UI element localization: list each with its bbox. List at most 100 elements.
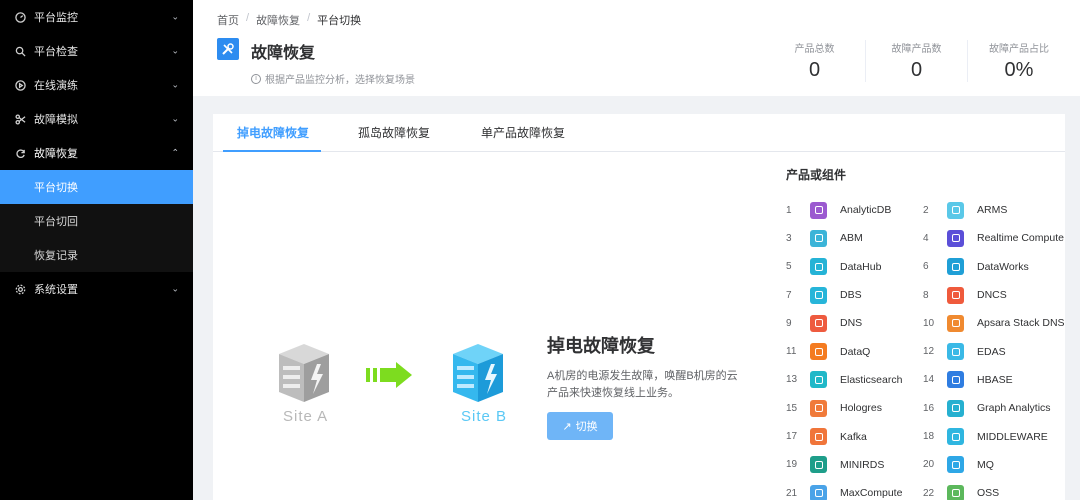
menu-label: 系统设置 (34, 284, 78, 296)
product-icon (947, 286, 964, 304)
sub-item-platform-switch[interactable]: 平台切换 (0, 170, 193, 204)
tab-island-failure[interactable]: 孤岛故障恢复 (358, 114, 430, 152)
product-number: 20 (923, 459, 935, 471)
failover-illustration: Site A Site B (253, 342, 513, 432)
breadcrumb: 首页 / 故障恢复 / 平台切换 (217, 12, 361, 28)
product-name: Realtime Compute (977, 232, 1064, 245)
product-name: MQ (977, 458, 994, 471)
product-number: 22 (923, 487, 935, 499)
product-number: 7 (786, 289, 792, 301)
page-description: i 根据产品监控分析，选择恢复场景 (251, 71, 415, 86)
product-icon-glyph (814, 489, 823, 498)
product-item: 7 DBS (786, 284, 923, 306)
scenario-description: A机房的电源发生故障，唤醒B机房的云产品来快速恢复线上业务。 (547, 370, 738, 399)
menu-item-fault-simulation[interactable]: 故障模拟 ⌄ (0, 102, 193, 136)
product-icon (810, 399, 827, 417)
product-icon (810, 428, 827, 446)
tab-single-product-failure[interactable]: 单产品故障恢复 (481, 114, 565, 152)
stat-total-products: 产品总数 0 (764, 40, 866, 82)
server-a-icon (279, 344, 329, 402)
sidebar: 平台监控 ⌄ 平台检查 ⌄ 在线演练 ⌄ 故障模拟 ⌄ 故障恢复 ⌃ 平台切换 … (0, 0, 193, 500)
breadcrumb-home[interactable]: 首页 (217, 12, 239, 28)
product-number: 14 (923, 374, 935, 386)
product-icon (810, 484, 827, 500)
product-icon (947, 399, 964, 417)
menu-item-platform-monitor[interactable]: 平台监控 ⌄ (0, 0, 193, 34)
menu-item-system-settings[interactable]: 系统设置 ⌄ (0, 272, 193, 306)
product-item: 16 Graph Analytics (923, 397, 1065, 419)
product-name: Graph Analytics (977, 402, 1051, 415)
product-number: 3 (786, 232, 792, 244)
product-item: 13 Elasticsearch (786, 369, 923, 391)
product-item: 9 DNS (786, 312, 923, 334)
chevron-down-icon: ⌄ (171, 45, 179, 56)
product-icon (810, 201, 827, 219)
product-number: 4 (923, 232, 929, 244)
breadcrumb-section[interactable]: 故障恢复 (256, 12, 300, 28)
product-item: 3 ABM (786, 227, 923, 249)
product-icon (947, 456, 964, 474)
product-name: Elasticsearch (840, 373, 903, 386)
product-item: 21 MaxCompute (786, 482, 923, 500)
menu-label: 平台监控 (34, 12, 78, 24)
product-number: 19 (786, 459, 798, 471)
product-name: DataQ (840, 345, 871, 358)
tab-bar: 掉电故障恢复 孤岛故障恢复 单产品故障恢复 (213, 114, 1065, 152)
menu-item-platform-check[interactable]: 平台检查 ⌄ (0, 34, 193, 68)
stats-panel: 产品总数 0 故障产品数 0 故障产品占比 0% (764, 40, 1070, 82)
product-icon (947, 343, 964, 361)
scenario-title: 掉电故障恢复 (547, 336, 655, 356)
product-icon (810, 286, 827, 304)
content-card: 掉电故障恢复 孤岛故障恢复 单产品故障恢复 Site A Site B 掉电故障… (213, 114, 1065, 500)
product-name: AnalyticDB (840, 204, 892, 217)
tools-icon (217, 38, 239, 60)
product-name: DataWorks (977, 260, 1029, 273)
sub-item-platform-switchback[interactable]: 平台切回 (0, 204, 193, 238)
product-number: 12 (923, 346, 935, 358)
product-number: 21 (786, 487, 798, 499)
menu-item-fault-recovery[interactable]: 故障恢复 ⌃ (0, 136, 193, 170)
product-name: DNCS (977, 289, 1007, 302)
chevron-up-icon: ⌃ (171, 147, 179, 158)
product-number: 5 (786, 261, 792, 273)
product-icon (810, 456, 827, 474)
product-item: 8 DNCS (923, 284, 1065, 306)
server-b-icon (453, 344, 503, 402)
menu-label: 故障恢复 (34, 148, 78, 160)
product-icon-glyph (814, 375, 823, 384)
main-area: 首页 / 故障恢复 / 平台切换 故障恢复 i 根据产品监控分析，选择恢复场景 … (193, 0, 1080, 500)
product-item: 15 Hologres (786, 397, 923, 419)
product-number: 1 (786, 204, 792, 216)
product-item: 17 Kafka (786, 425, 923, 447)
product-name: MaxCompute (840, 487, 903, 500)
switch-button-label: 切换 (575, 421, 598, 433)
product-number: 6 (923, 261, 929, 273)
product-icon (810, 314, 827, 332)
product-icon (810, 258, 827, 276)
switch-button[interactable]: ↗ 切换 (547, 412, 613, 440)
product-icon-glyph (951, 404, 960, 413)
menu-label: 平台检查 (34, 46, 78, 58)
search-icon (14, 45, 26, 57)
product-icon-glyph (951, 432, 960, 441)
tab-power-failure[interactable]: 掉电故障恢复 (237, 114, 309, 152)
product-item: 1 AnalyticDB (786, 199, 923, 221)
chevron-down-icon: ⌄ (171, 79, 179, 90)
product-icon-glyph (951, 319, 960, 328)
product-icon (947, 201, 964, 219)
product-icon-glyph (814, 347, 823, 356)
switch-icon: ↗ (562, 420, 572, 433)
product-name: ARMS (977, 204, 1008, 217)
sub-item-recovery-records[interactable]: 恢复记录 (0, 238, 193, 272)
product-icon (947, 371, 964, 389)
product-name: EDAS (977, 345, 1006, 358)
breadcrumb-current: 平台切换 (317, 15, 362, 27)
product-icon-glyph (814, 404, 823, 413)
product-item: 6 DataWorks (923, 256, 1065, 278)
product-item: 2 ARMS (923, 199, 1065, 221)
product-name: MIDDLEWARE (977, 430, 1048, 443)
site-a-label: Site A (283, 408, 329, 425)
page-header: 首页 / 故障恢复 / 平台切换 故障恢复 i 根据产品监控分析，选择恢复场景 … (193, 0, 1080, 96)
menu-item-online-drill[interactable]: 在线演练 ⌄ (0, 68, 193, 102)
product-icon-glyph (951, 234, 960, 243)
